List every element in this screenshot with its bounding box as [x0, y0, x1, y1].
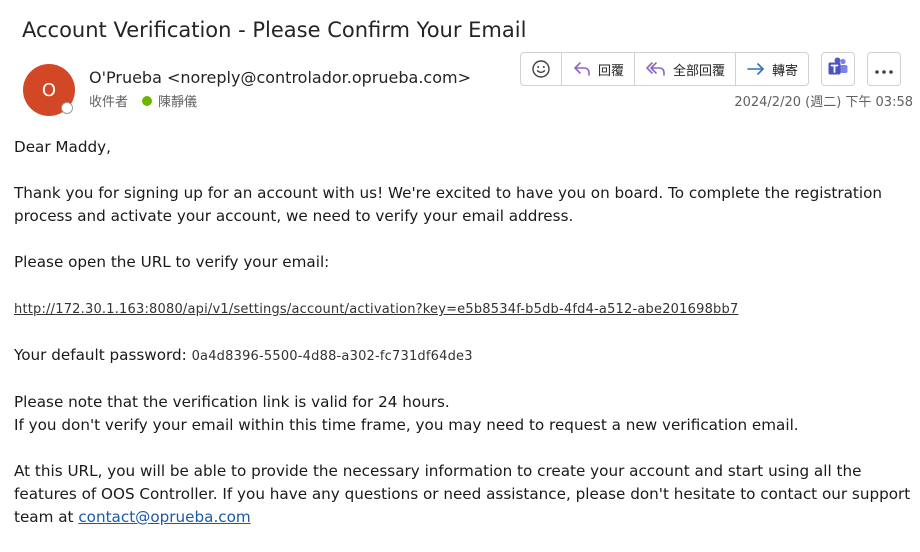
reply-arrow-icon — [572, 60, 592, 78]
forward-label: 轉寄 — [772, 63, 799, 79]
recipient-name[interactable]: 陳靜儀 — [158, 91, 197, 110]
recipient-label: 收件者 — [89, 95, 129, 110]
reply-all-label: 全部回覆 — [673, 63, 726, 79]
contact-email-link[interactable]: contact@oprueba.com — [78, 508, 250, 526]
smiley-icon — [531, 59, 551, 79]
more-icon — [874, 60, 894, 79]
reply-button[interactable]: 回覆 — [562, 53, 636, 85]
reply-all-arrow-icon — [645, 60, 667, 78]
forward-arrow-icon — [746, 60, 766, 78]
note-line-1: Please note that the verification link i… — [14, 393, 450, 411]
message-body: Dear Maddy, Thank you for signing up for… — [14, 136, 914, 552]
closing-paragraph: At this URL, you will be able to provide… — [14, 460, 914, 529]
message-toolbar: 回覆 全部回覆 轉寄 — [520, 52, 902, 86]
reply-label: 回覆 — [598, 63, 625, 79]
note-line-2: If you don't verify your email within th… — [14, 416, 799, 434]
forward-button[interactable]: 轉寄 — [736, 53, 808, 85]
more-actions-button[interactable] — [867, 52, 902, 86]
verification-link[interactable]: http://172.30.1.163:8080/api/v1/settings… — [14, 302, 738, 317]
action-button-group: 回覆 全部回覆 轉寄 — [520, 52, 810, 86]
password-label: Your default password: — [14, 346, 187, 364]
teams-icon — [827, 56, 849, 82]
sender-name[interactable]: O'Prueba <noreply@controlador.oprueba.co… — [89, 68, 471, 87]
password-value: 0a4d8396-5500-4d88-a302-fc731df64de3 — [191, 349, 473, 364]
recipient-presence-icon — [142, 95, 153, 106]
url-paragraph: http://172.30.1.163:8080/api/v1/settings… — [14, 297, 914, 321]
avatar-initial: O — [41, 79, 57, 101]
password-paragraph: Your default password: 0a4d8396-5500-4d8… — [14, 344, 914, 368]
greeting: Dear Maddy, — [14, 138, 111, 156]
teams-button[interactable] — [821, 52, 856, 86]
emoji-reaction-button[interactable] — [521, 53, 562, 85]
recipient-row: 收件者 陳靜儀 — [89, 91, 197, 110]
email-subject: Account Verification - Please Confirm Yo… — [22, 18, 527, 42]
verify-instruction: Please open the URL to verify your email… — [14, 253, 330, 271]
reply-all-button[interactable]: 全部回覆 — [635, 53, 737, 85]
intro-paragraph: Thank you for signing up for an account … — [14, 184, 882, 225]
note-paragraph: Please note that the verification link i… — [14, 391, 914, 437]
received-datetime: 2024/2/20 (週二) 下午 03:58 — [734, 95, 913, 110]
presence-status-icon — [61, 102, 73, 114]
